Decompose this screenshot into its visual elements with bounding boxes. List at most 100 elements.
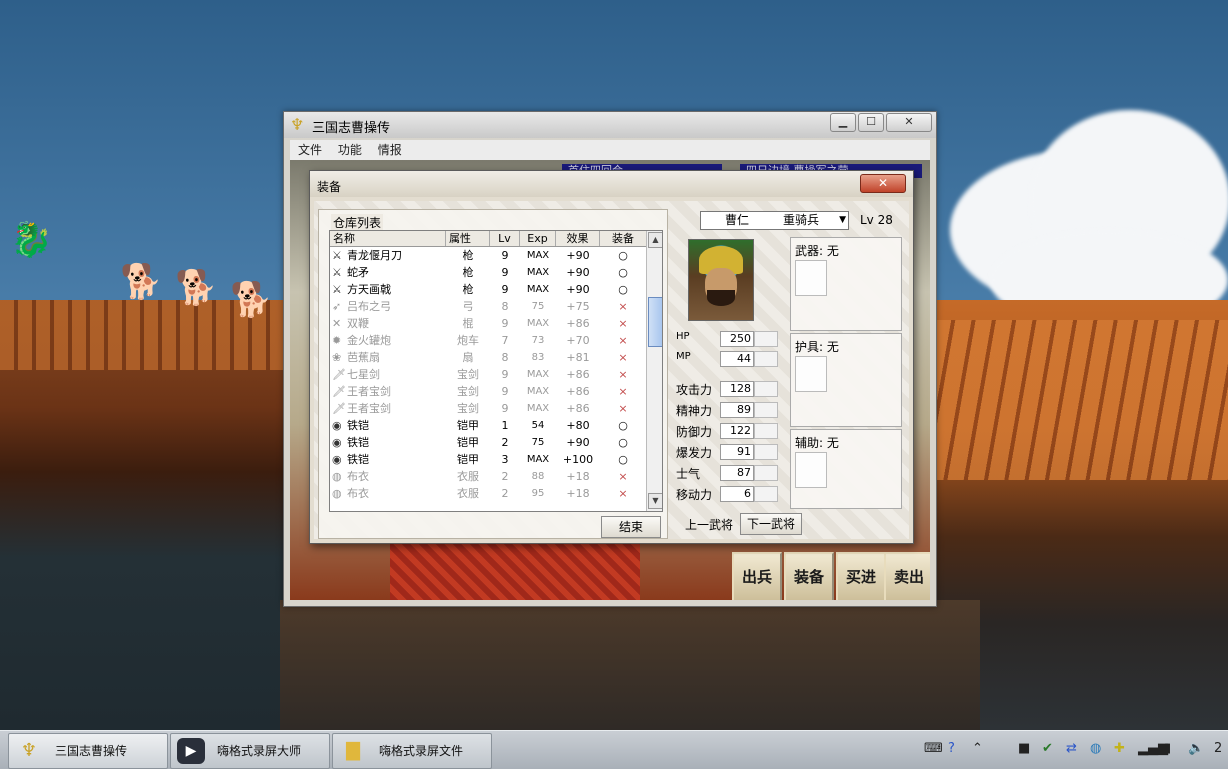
- buy-button[interactable]: 买进: [836, 552, 886, 600]
- globe-icon[interactable]: ◍: [1090, 741, 1101, 756]
- scroll-up-icon[interactable]: ▲: [648, 232, 662, 248]
- close-button[interactable]: ✕: [886, 113, 932, 132]
- item-name: 蛇矛: [347, 266, 369, 279]
- carpet: [390, 540, 640, 600]
- menu-bar: 文件 功能 情报: [290, 140, 930, 160]
- item-equip: ○: [618, 283, 628, 296]
- taskbar-item-recorder[interactable]: ▶ 嗨格式录屏大师: [170, 733, 330, 769]
- next-general-button[interactable]: 下一武将: [740, 513, 802, 535]
- general-select[interactable]: 曹仁 重骑兵 ▼: [700, 211, 849, 230]
- item-type: 宝剑: [457, 368, 479, 381]
- item-exp: 75: [531, 301, 545, 312]
- item-lv: 9: [501, 368, 509, 381]
- item-lv: 2: [501, 487, 509, 500]
- stat-value: 6: [720, 486, 754, 502]
- network-icon[interactable]: ⇄: [1066, 741, 1077, 756]
- list-item[interactable]: 🗡 王者宝剑 宝剑 9 MAX +86 ×: [330, 383, 646, 400]
- general-level: Lv 28: [860, 213, 893, 227]
- item-exp: MAX: [526, 369, 550, 380]
- taskbar-item-game[interactable]: ♆ 三国志曹操传: [8, 733, 168, 769]
- menu-info[interactable]: 情报: [378, 140, 402, 160]
- item-effect: +18: [566, 470, 590, 483]
- power-icon[interactable]: ▮: [1164, 741, 1171, 756]
- end-button[interactable]: 结束: [601, 516, 661, 538]
- list-scrollbar[interactable]: ▲ ▼: [646, 231, 662, 511]
- item-spear-icon: ⚔: [332, 283, 342, 296]
- col-equip[interactable]: 装备: [600, 231, 646, 246]
- item-fan-icon: ❀: [332, 351, 342, 364]
- list-item[interactable]: 🗡 王者宝剑 宝剑 9 MAX +86 ×: [330, 400, 646, 417]
- item-equip: ×: [618, 317, 628, 330]
- armor-slot[interactable]: 护具: 无: [790, 333, 902, 427]
- shield-icon[interactable]: ✔: [1042, 741, 1053, 756]
- list-item[interactable]: ◉ 铁铠 铠甲 1 54 +80 ○: [330, 417, 646, 434]
- keyboard-icon[interactable]: ⌨: [924, 741, 943, 756]
- sell-button[interactable]: 卖出: [884, 552, 930, 600]
- game-titlebar[interactable]: ♆ 三国志曹操传 ▁ ☐ ✕: [284, 112, 936, 138]
- item-type: 衣服: [457, 487, 479, 500]
- item-exp: MAX: [526, 318, 550, 329]
- item-name: 青龙偃月刀: [347, 249, 402, 262]
- item-name: 王者宝剑: [347, 402, 391, 415]
- list-item[interactable]: ◉ 铁铠 铠甲 2 75 +90 ○: [330, 434, 646, 451]
- volume-icon[interactable]: 🔈: [1188, 741, 1204, 756]
- chevron-down-icon[interactable]: ▼: [839, 212, 846, 229]
- item-lv: 7: [501, 334, 509, 347]
- item-lv: 9: [501, 402, 509, 415]
- item-effect: +80: [566, 419, 590, 432]
- list-item[interactable]: ◍ 布衣 衣服 2 88 +18 ×: [330, 468, 646, 485]
- taskbar-item-folder[interactable]: ▇ 嗨格式录屏文件: [332, 733, 492, 769]
- weapon-slot[interactable]: 武器: 无: [790, 237, 902, 331]
- clock[interactable]: 2: [1214, 741, 1222, 756]
- item-type: 枪: [462, 283, 474, 296]
- list-item[interactable]: ◍ 布衣 衣服 2 95 +18 ×: [330, 485, 646, 502]
- item-bow-icon: ➶: [332, 300, 342, 313]
- dialog-titlebar[interactable]: 装备 ✕: [310, 171, 913, 197]
- list-item[interactable]: ⚔ 青龙偃月刀 枪 9 MAX +90 ○: [330, 247, 646, 264]
- equip-button[interactable]: 装备: [784, 552, 834, 600]
- col-type[interactable]: 属性: [446, 231, 490, 246]
- list-item[interactable]: ✕ 双鞭 棍 9 MAX +86 ×: [330, 315, 646, 332]
- camera-icon[interactable]: ■: [1018, 741, 1030, 756]
- list-header: 名称 属性 Lv Exp 效果 装备: [330, 231, 646, 247]
- maximize-button[interactable]: ☐: [858, 113, 884, 132]
- menu-file[interactable]: 文件: [298, 140, 322, 160]
- plus-icon[interactable]: ✚: [1114, 741, 1125, 756]
- item-type: 铠甲: [457, 436, 479, 449]
- list-item[interactable]: ✹ 金火罐炮 炮车 7 73 +70 ×: [330, 332, 646, 349]
- scroll-down-icon[interactable]: ▼: [648, 493, 662, 509]
- scroll-thumb[interactable]: [648, 297, 662, 347]
- list-item[interactable]: ◉ 铁铠 铠甲 3 MAX +100 ○: [330, 451, 646, 468]
- tray-menu-icon[interactable]: ⌃: [972, 741, 983, 756]
- list-item[interactable]: ⚔ 方天画戟 枪 9 MAX +90 ○: [330, 281, 646, 298]
- prev-general-button[interactable]: 上一武将: [678, 514, 740, 536]
- col-effect[interactable]: 效果: [556, 231, 600, 246]
- col-exp[interactable]: Exp: [520, 231, 556, 246]
- item-equip: ×: [618, 300, 628, 313]
- col-lv[interactable]: Lv: [490, 231, 520, 246]
- inventory-list[interactable]: 名称 属性 Lv Exp 效果 装备 ⚔ 青龙偃月刀枪 9 MAX +90 ○ ⚔ 蛇矛枪 9 M…: [329, 230, 663, 512]
- item-exp: 75: [531, 437, 545, 448]
- item-sword-icon: 🗡: [332, 368, 346, 381]
- stat-label: 精神力: [676, 404, 713, 418]
- taskbar-item-label: 嗨格式录屏文件: [379, 744, 464, 758]
- dialog-close-button[interactable]: ✕: [860, 174, 906, 193]
- list-item[interactable]: ⚔ 蛇矛 枪 9 MAX +90 ○: [330, 264, 646, 281]
- list-item[interactable]: 🗡 七星剑 宝剑 9 MAX +86 ×: [330, 366, 646, 383]
- list-item[interactable]: ➶ 吕布之弓 弓 8 75 +75 ×: [330, 298, 646, 315]
- stat-value: 87: [720, 465, 754, 481]
- sortie-button[interactable]: 出兵: [732, 552, 782, 600]
- stat-label: MP: [676, 351, 691, 362]
- assist-slot[interactable]: 辅助: 无: [790, 429, 902, 509]
- minimize-button[interactable]: ▁: [830, 113, 856, 132]
- assist-slot-box: [795, 452, 827, 488]
- taskbar-item-label: 嗨格式录屏大师: [217, 744, 302, 758]
- item-lv: 9: [501, 249, 509, 262]
- list-item[interactable]: ❀ 芭蕉扇 扇 8 83 +81 ×: [330, 349, 646, 366]
- menu-function[interactable]: 功能: [338, 140, 362, 160]
- stat-bonus-box: [754, 402, 778, 418]
- help-icon[interactable]: ?: [948, 741, 955, 756]
- item-equip: ×: [618, 385, 628, 398]
- item-type: 宝剑: [457, 385, 479, 398]
- col-name[interactable]: 名称: [330, 231, 446, 246]
